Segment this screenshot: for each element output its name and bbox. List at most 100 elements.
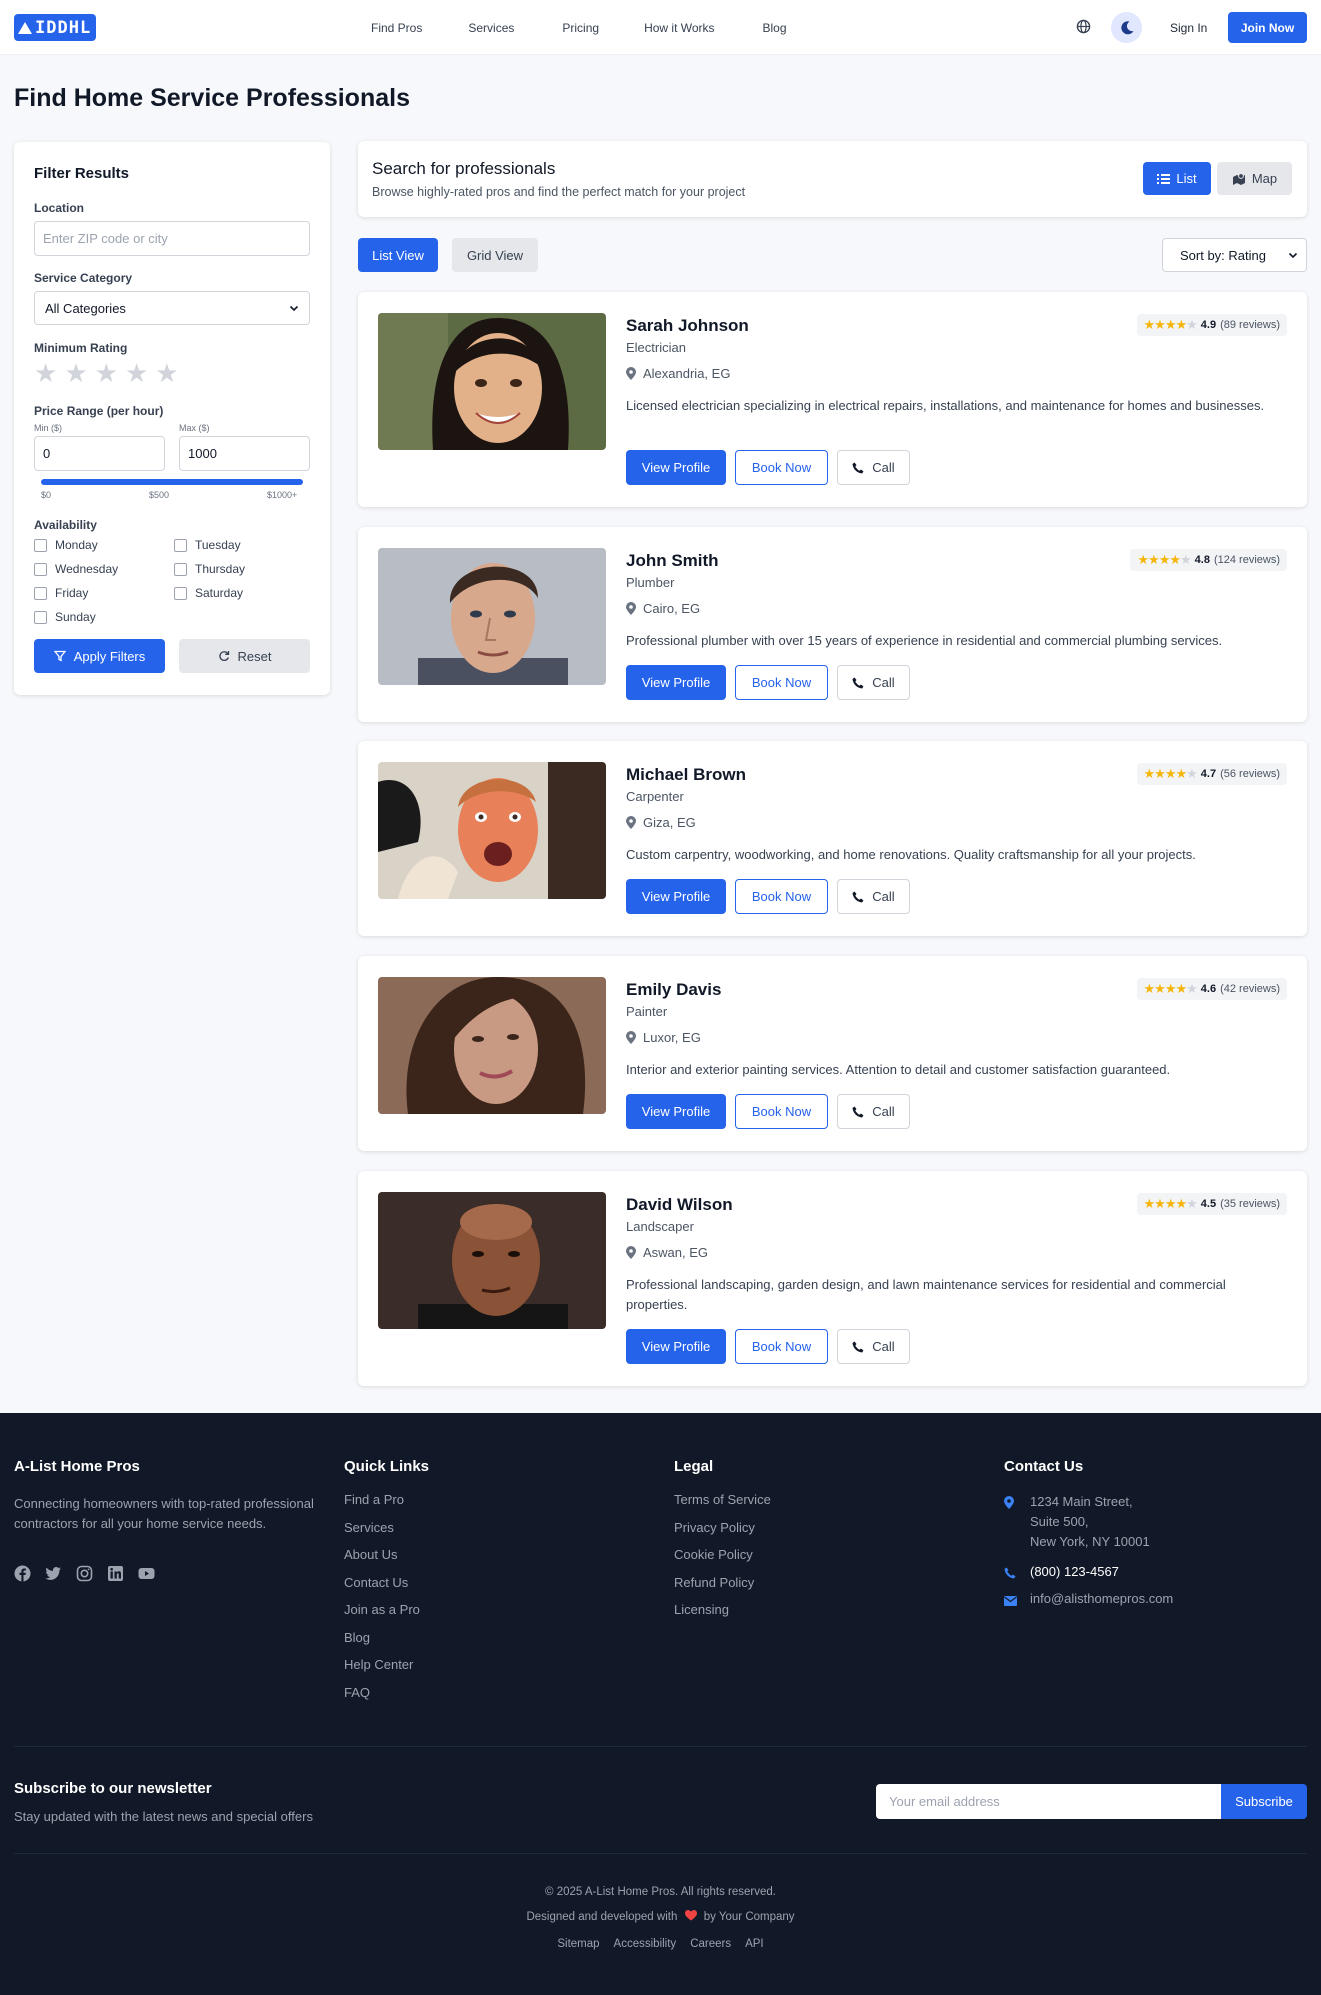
footer-link[interactable]: Privacy Policy <box>674 1520 771 1548</box>
call-button[interactable]: Call <box>837 1329 910 1364</box>
pro-card: David Wilson Landscaper Aswan, EG ★★★★★ … <box>358 1171 1307 1386</box>
youtube-icon[interactable] <box>138 1565 155 1582</box>
linkedin-icon[interactable] <box>107 1565 124 1582</box>
checkbox-icon[interactable] <box>174 562 187 576</box>
chevron-down-icon <box>289 305 299 312</box>
list-view-button[interactable]: List View <box>358 238 438 272</box>
location-text: Luxor, EG <box>643 1030 701 1045</box>
star-icon[interactable]: ★ <box>34 360 57 386</box>
view-profile-button[interactable]: View Profile <box>626 879 726 914</box>
footer-link[interactable]: Terms of Service <box>674 1492 771 1520</box>
map-mode-button[interactable]: Map <box>1217 162 1292 195</box>
bottom-link[interactable]: API <box>745 1938 764 1950</box>
call-button[interactable]: Call <box>837 879 910 914</box>
bottom-link[interactable]: Accessibility <box>614 1938 677 1950</box>
price-range-slider[interactable] <box>41 479 303 485</box>
footer-link[interactable]: Join as a Pro <box>344 1602 420 1630</box>
min-price-input[interactable]: 0 <box>34 436 165 471</box>
checkbox-icon[interactable] <box>34 538 47 552</box>
call-button[interactable]: Call <box>837 665 910 700</box>
bottom-link[interactable]: Sitemap <box>557 1938 599 1950</box>
star-icon[interactable]: ★ <box>95 360 118 386</box>
pro-name[interactable]: Michael Brown <box>626 765 746 785</box>
review-count: (35 reviews) <box>1220 1198 1280 1210</box>
pro-name[interactable]: Emily Davis <box>626 980 721 1000</box>
nav-blog[interactable]: Blog <box>763 21 787 35</box>
view-profile-button[interactable]: View Profile <box>626 665 726 700</box>
checkbox-icon[interactable] <box>174 586 187 600</box>
sign-in-link[interactable]: Sign In <box>1170 21 1207 35</box>
view-profile-button[interactable]: View Profile <box>626 450 726 485</box>
day-checkbox-thursday[interactable]: Thursday <box>174 562 245 576</box>
twitter-icon[interactable] <box>45 1565 62 1582</box>
view-profile-button[interactable]: View Profile <box>626 1329 726 1364</box>
logo[interactable]: IDDHL <box>14 14 96 41</box>
day-checkbox-friday[interactable]: Friday <box>34 586 88 600</box>
footer-link[interactable]: About Us <box>344 1547 420 1575</box>
globe-icon[interactable] <box>1076 19 1091 34</box>
instagram-icon[interactable] <box>76 1565 93 1582</box>
dark-mode-toggle[interactable] <box>1111 12 1142 43</box>
day-checkbox-saturday[interactable]: Saturday <box>174 586 243 600</box>
contact-email[interactable]: info@alisthomepros.com <box>1004 1589 1173 1612</box>
grid-view-button[interactable]: Grid View <box>452 238 538 272</box>
location-text: Alexandria, EG <box>643 366 731 381</box>
contact-phone[interactable]: (800) 123-4567 <box>1004 1562 1119 1585</box>
star-icon[interactable]: ★ <box>155 360 178 386</box>
subscribe-button[interactable]: Subscribe <box>1221 1784 1307 1819</box>
book-now-button[interactable]: Book Now <box>735 1094 828 1129</box>
nav-pricing[interactable]: Pricing <box>562 21 599 35</box>
book-now-button[interactable]: Book Now <box>735 450 828 485</box>
checkbox-icon[interactable] <box>34 562 47 576</box>
footer-link[interactable]: Help Center <box>344 1657 420 1685</box>
nav-services[interactable]: Services <box>468 21 514 35</box>
join-now-button[interactable]: Join Now <box>1228 12 1307 43</box>
nav-find-pros[interactable]: Find Pros <box>371 21 422 35</box>
checkbox-icon[interactable] <box>174 538 187 552</box>
footer-link[interactable]: Find a Pro <box>344 1492 420 1520</box>
bottom-link[interactable]: Careers <box>690 1938 731 1950</box>
day-label: Saturday <box>195 586 244 600</box>
facebook-icon[interactable] <box>14 1565 31 1582</box>
rating-value: 4.7 <box>1200 768 1217 780</box>
pro-name[interactable]: David Wilson <box>626 1195 733 1215</box>
footer-link[interactable]: Refund Policy <box>674 1575 771 1603</box>
call-button[interactable]: Call <box>837 450 910 485</box>
book-now-button[interactable]: Book Now <box>735 1329 828 1364</box>
view-profile-button[interactable]: View Profile <box>626 1094 726 1129</box>
heart-icon <box>684 1910 697 1921</box>
email-address: info@alisthomepros.com <box>1030 1591 1174 1606</box>
footer-link[interactable]: Licensing <box>674 1602 771 1630</box>
day-checkbox-sunday[interactable]: Sunday <box>34 610 96 624</box>
search-header: Search for professionals Browse highly-r… <box>358 141 1307 217</box>
footer-link[interactable]: Contact Us <box>344 1575 420 1603</box>
pro-name[interactable]: Sarah Johnson <box>626 316 749 336</box>
location-input[interactable] <box>34 221 310 256</box>
sort-select[interactable]: Sort by: Rating <box>1162 238 1307 272</box>
footer-link[interactable]: Blog <box>344 1630 420 1658</box>
pro-name[interactable]: John Smith <box>626 551 719 571</box>
checkbox-icon[interactable] <box>34 610 47 624</box>
book-now-button[interactable]: Book Now <box>735 665 828 700</box>
card-actions: View Profile Book Now Call <box>626 1094 910 1129</box>
reset-filters-button[interactable]: Reset <box>179 639 310 673</box>
apply-filters-button[interactable]: Apply Filters <box>34 639 165 673</box>
star-icon[interactable]: ★ <box>64 360 87 386</box>
card-actions: View Profile Book Now Call <box>626 879 910 914</box>
footer-link[interactable]: Services <box>344 1520 420 1548</box>
day-checkbox-monday[interactable]: Monday <box>34 538 98 552</box>
newsletter-email-input[interactable] <box>876 1784 1221 1819</box>
category-select[interactable]: All Categories <box>34 291 310 325</box>
checkbox-icon[interactable] <box>34 586 47 600</box>
footer-link[interactable]: FAQ <box>344 1685 420 1713</box>
max-price-input[interactable]: 1000 <box>179 436 310 471</box>
refresh-icon <box>218 651 229 662</box>
footer-link[interactable]: Cookie Policy <box>674 1547 771 1575</box>
book-now-button[interactable]: Book Now <box>735 879 828 914</box>
day-checkbox-tuesday[interactable]: Tuesday <box>174 538 241 552</box>
call-button[interactable]: Call <box>837 1094 910 1129</box>
star-icon[interactable]: ★ <box>125 360 148 386</box>
list-mode-button[interactable]: List <box>1143 162 1211 195</box>
day-checkbox-wednesday[interactable]: Wednesday <box>34 562 118 576</box>
nav-how-it-works[interactable]: How it Works <box>644 21 714 35</box>
